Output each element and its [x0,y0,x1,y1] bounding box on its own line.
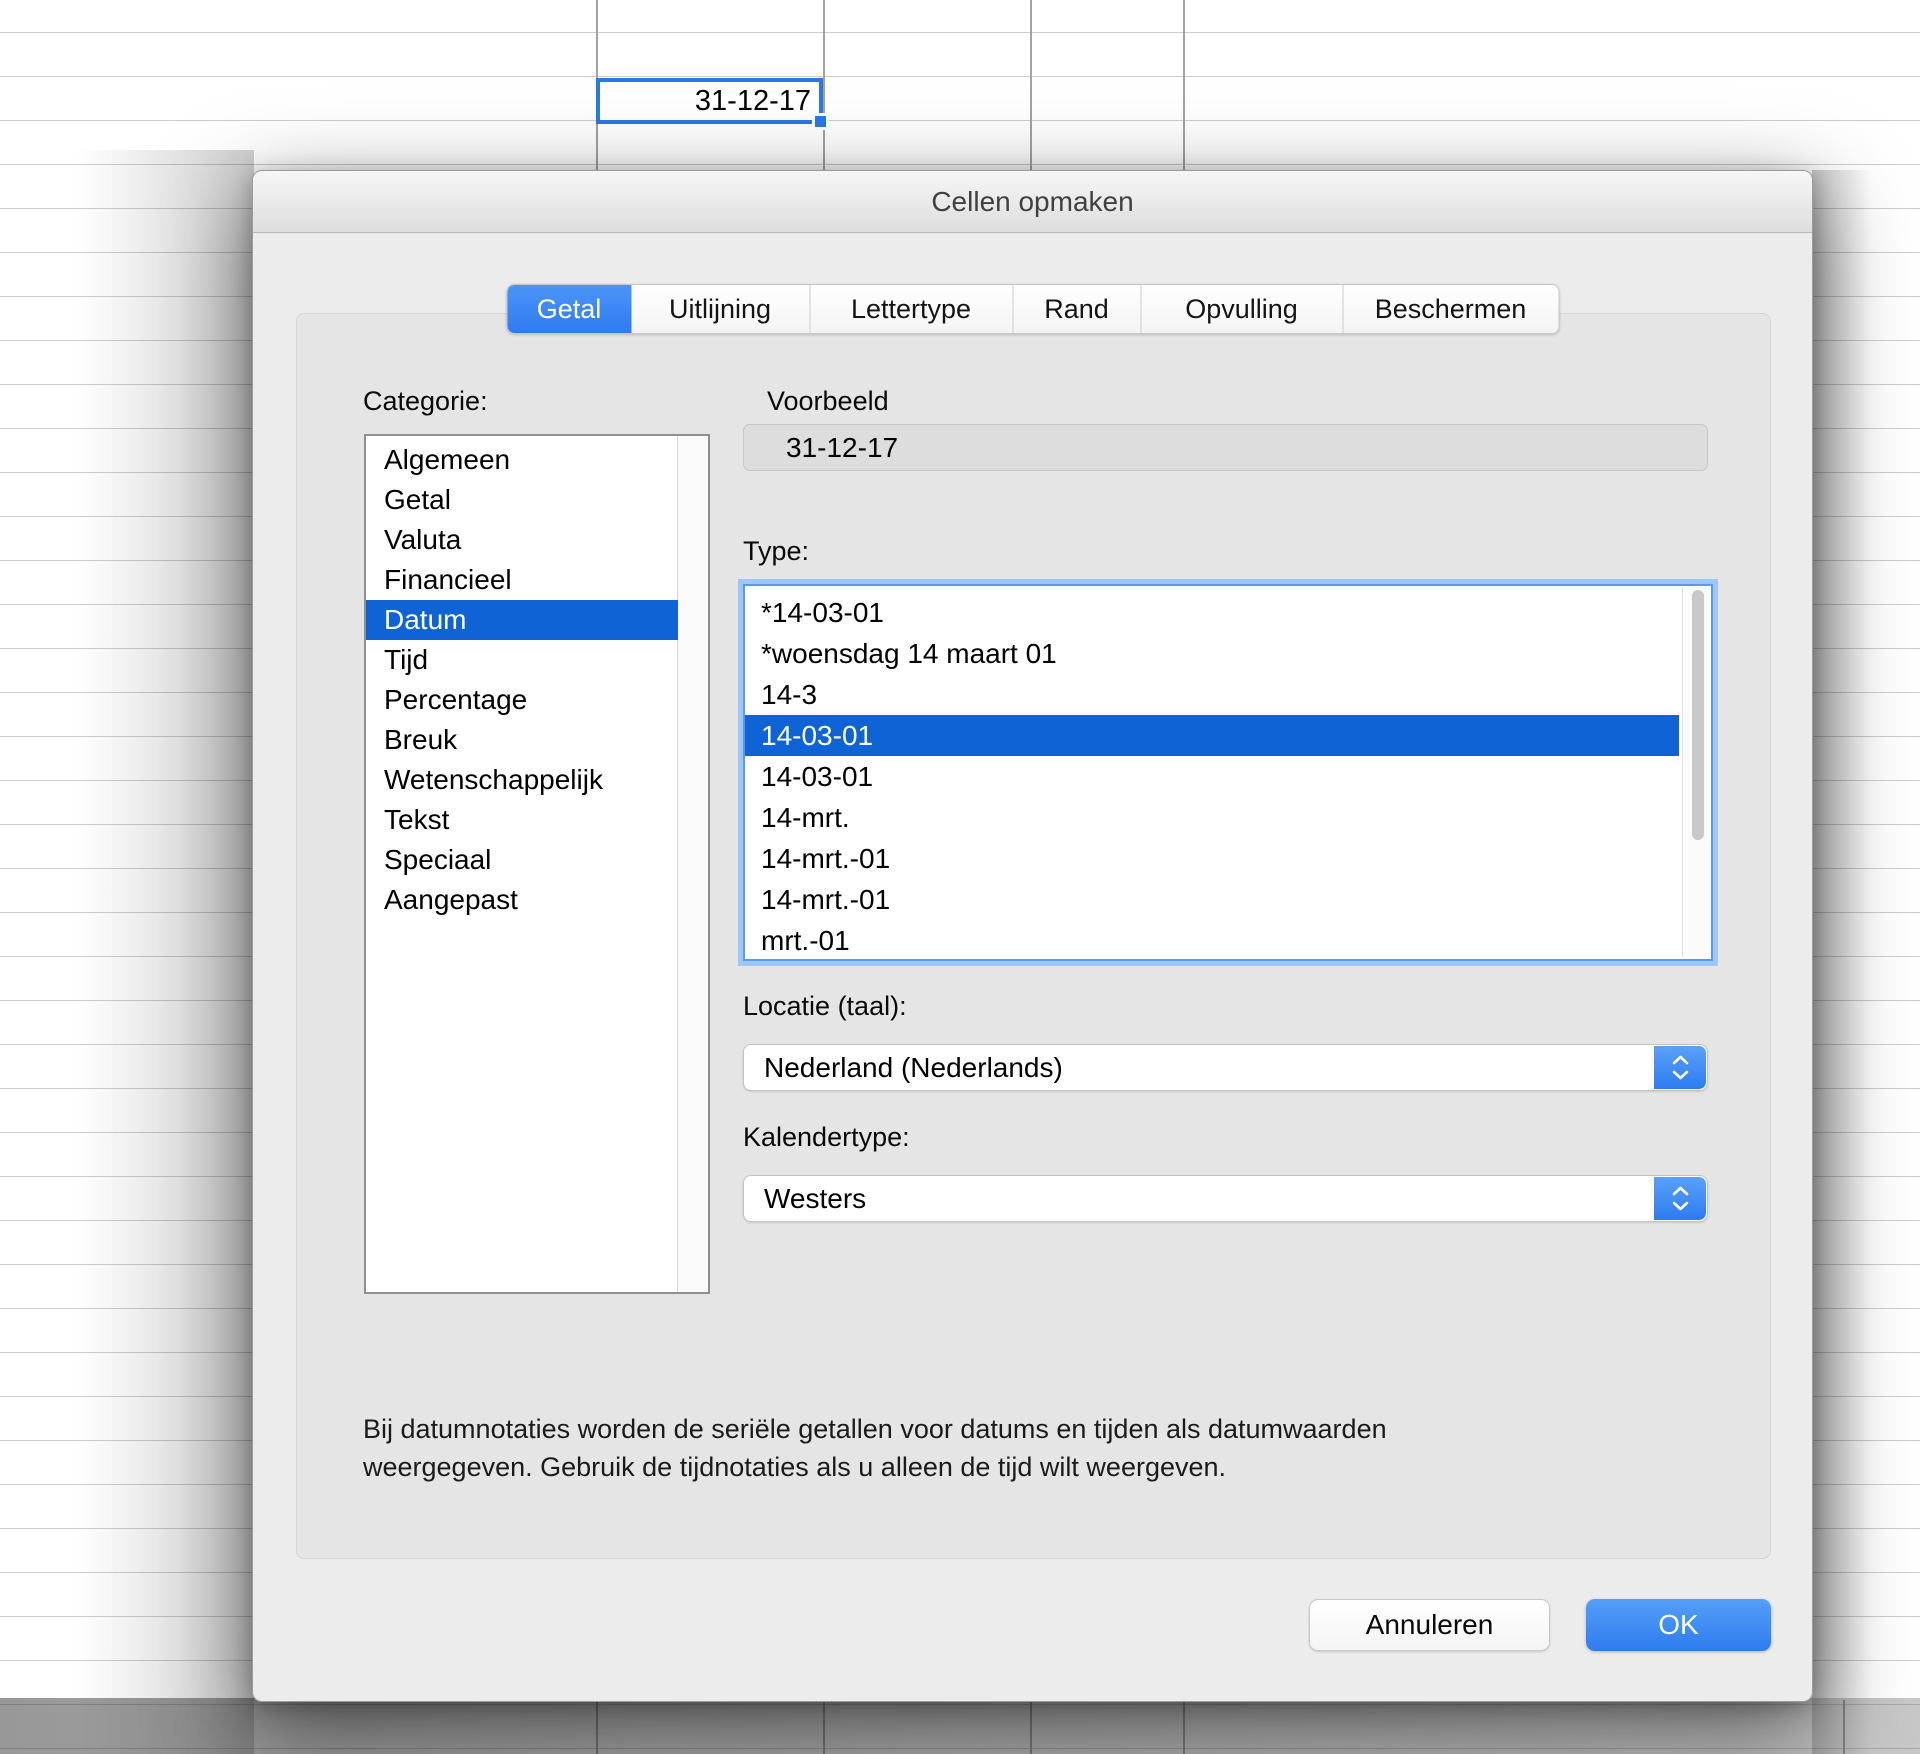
format-description-line: weergegeven. Gebruik de tijdnotaties als… [363,1448,1723,1486]
category-item[interactable]: Wetenschappelijk [366,760,678,800]
type-item[interactable]: 14-03-01 [745,756,1679,797]
category-item[interactable]: Tekst [366,800,678,840]
type-scrollbar-thumb[interactable] [1692,590,1704,840]
preview-value: 31-12-17 [786,432,898,464]
chevron-down-icon [1672,1201,1689,1211]
preview-label: Voorbeeld [767,386,889,417]
dropdown-stepper[interactable] [1654,1046,1706,1089]
type-item[interactable]: *14-03-01 [745,592,1679,633]
number-tab-panel: Categorie: Algemeen Getal Valuta Financi… [296,313,1771,1559]
dialog-titlebar[interactable]: Cellen opmaken [253,171,1812,233]
category-item[interactable]: Valuta [366,520,678,560]
format-description-line: Bij datumnotaties worden de seriële geta… [363,1410,1723,1448]
category-item[interactable]: Getal [366,480,678,520]
category-item[interactable]: Percentage [366,680,678,720]
dialog-shadow-overlay [0,1698,1920,1754]
format-description: Bij datumnotaties worden de seriële geta… [363,1410,1723,1486]
type-item-selected[interactable]: 14-03-01 [745,715,1679,756]
category-item[interactable]: Aangepast [366,880,678,920]
preview-box: 31-12-17 [743,424,1708,471]
type-item[interactable]: *woensdag 14 maart 01 [745,633,1679,674]
category-item[interactable]: Breuk [366,720,678,760]
chevron-up-icon [1672,1055,1689,1065]
type-label: Type: [743,536,809,567]
tab-opvulling[interactable]: Opvulling [1140,285,1342,333]
category-scrollbar[interactable] [677,436,708,1292]
type-item[interactable]: 14-mrt. [745,797,1679,838]
calendar-type-dropdown-value: Westers [764,1183,866,1215]
dialog-title: Cellen opmaken [931,186,1133,218]
category-item-selected[interactable]: Datum [366,600,678,640]
cancel-button[interactable]: Annuleren [1309,1599,1550,1651]
dialog-shadow-overlay [0,150,254,1754]
type-list: *14-03-01 *woensdag 14 maart 01 14-3 14-… [743,584,1713,961]
selection-fill-handle[interactable] [812,113,829,130]
selected-cell-value: 31-12-17 [695,85,811,118]
tab-beschermen[interactable]: Beschermen [1342,285,1558,333]
dialog-shadow-overlay [1812,170,1920,1754]
selected-cell[interactable]: 31-12-17 [596,78,823,124]
category-item[interactable]: Speciaal [366,840,678,880]
calendar-type-dropdown[interactable]: Westers [743,1175,1708,1222]
dropdown-stepper[interactable] [1654,1177,1706,1220]
type-item[interactable]: 14-mrt.-01 [745,879,1679,920]
type-item[interactable]: 14-mrt.-01 [745,838,1679,879]
category-list: Algemeen Getal Valuta Financieel Datum T… [364,434,710,1294]
tab-bar: Getal Uitlijning Lettertype Rand Opvulli… [506,284,1559,334]
locale-dropdown-value: Nederland (Nederlands) [764,1052,1063,1084]
spreadsheet-background: 31-12-17 Cellen opmaken Getal Uitlijning… [0,0,1920,1754]
locale-label: Locatie (taal): [743,991,907,1022]
category-item[interactable]: Algemeen [366,440,678,480]
tab-getal[interactable]: Getal [507,285,631,333]
category-label: Categorie: [363,386,488,417]
ok-button[interactable]: OK [1586,1599,1771,1651]
tab-uitlijning[interactable]: Uitlijning [631,285,809,333]
locale-dropdown[interactable]: Nederland (Nederlands) [743,1044,1708,1091]
tab-rand[interactable]: Rand [1012,285,1140,333]
type-item[interactable]: 14-3 [745,674,1679,715]
category-item[interactable]: Tijd [366,640,678,680]
tab-lettertype[interactable]: Lettertype [809,285,1012,333]
format-cells-dialog: Cellen opmaken Getal Uitlijning Letterty… [252,170,1813,1702]
chevron-down-icon [1672,1070,1689,1080]
chevron-up-icon [1672,1186,1689,1196]
type-item[interactable]: mrt.-01 [745,920,1679,961]
calendar-type-label: Kalendertype: [743,1122,910,1153]
category-item[interactable]: Financieel [366,560,678,600]
